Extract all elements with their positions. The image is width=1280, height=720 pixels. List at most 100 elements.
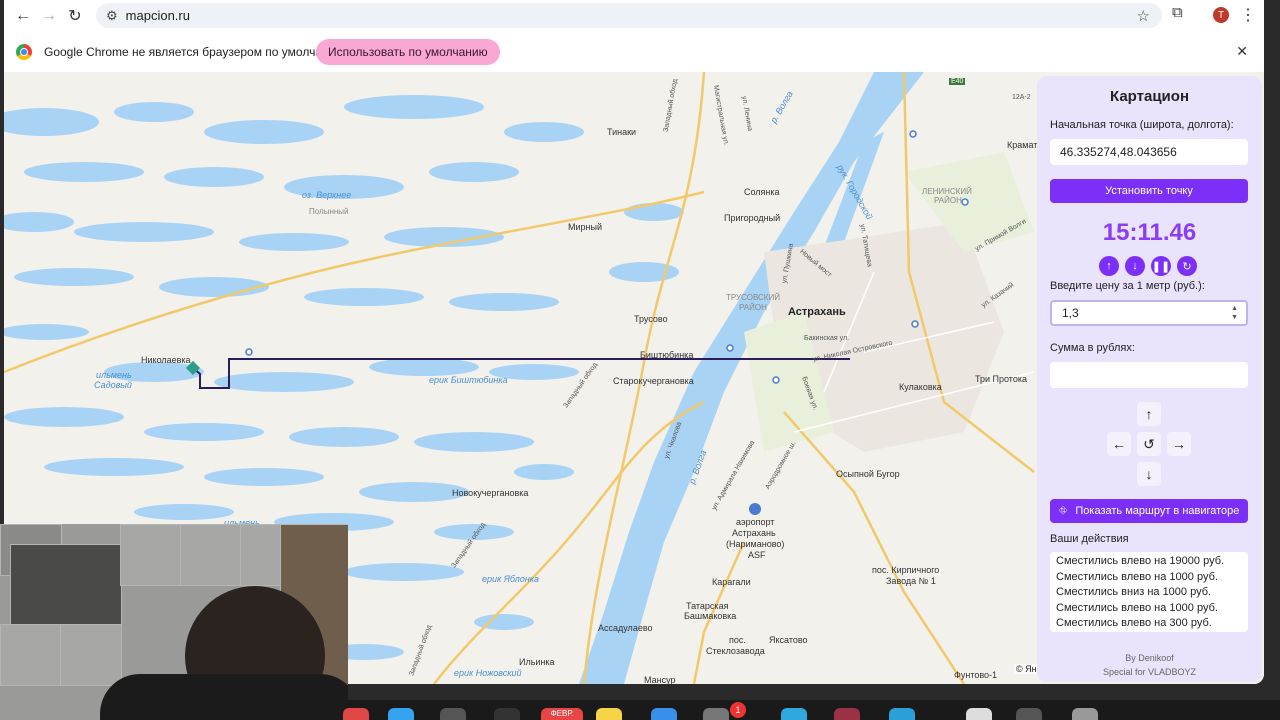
timer-controls: ↑ ↓ ❚❚ ↻ [1099,256,1197,276]
map-label: РАЙОН [934,196,962,205]
dock-app-icon[interactable] [781,708,807,720]
airport-icon [749,503,761,515]
map-label: Тинаки [607,127,637,137]
map-label: Ильинка [519,657,555,667]
dock-app-icon[interactable] [651,708,677,720]
map-label: Николаевка [141,355,191,365]
map-label: аэропорт [736,517,775,527]
map-label: Астрахань [732,528,776,538]
profile-avatar[interactable]: T [1213,7,1229,23]
road-badge: 12А-2 [1012,94,1031,101]
pause-icon[interactable]: ❚❚ [1151,256,1171,276]
trash-icon[interactable] [1072,708,1098,720]
map-label: Крамат [1007,140,1038,150]
map-label: Бакинская ул. [804,335,850,342]
dock-app-icon[interactable] [889,708,915,720]
dock-app-icon[interactable] [1016,708,1042,720]
calendar-icon[interactable]: ФЕВР. [541,708,583,720]
price-input[interactable]: 1,3 ▲ ▼ [1050,300,1248,326]
arrow-up-icon[interactable]: ↑ [1099,256,1119,276]
forward-icon[interactable]: → [36,3,62,29]
map-label: Старокучергановка [613,376,694,386]
map-copyright: © Ян [1014,664,1039,674]
arrow-down-icon[interactable]: ↓ [1125,256,1145,276]
reload-icon[interactable]: ↻ [62,3,88,29]
timer-display: 15:11.46 [1102,219,1197,246]
extensions-icon[interactable]: ⧉ [1172,4,1183,21]
map-label: Татарская [686,601,729,611]
map-label: Мансур [644,675,676,684]
map-label: Новокучергановка [452,488,529,498]
panel-title: Картацион [1110,88,1189,105]
move-right-button[interactable]: → [1167,432,1191,456]
map-label: Пригородный [724,213,781,223]
back-icon[interactable]: ← [10,3,36,29]
map-label: Садовый [94,380,132,390]
address-bar[interactable]: ⚙ mapcion.ru ☆ [96,3,1162,28]
chrome-logo-icon [16,44,32,60]
site-settings-icon[interactable]: ⚙ [106,8,118,24]
map-label: Фунтово-1 [954,670,998,680]
dock-app-icon[interactable] [343,708,369,720]
macos-dock [348,700,1280,720]
map-label: ерик Яблонка [482,574,540,584]
map-label: ерик Ножовский [454,668,522,678]
menu-icon[interactable]: ⋮ [1240,5,1256,25]
map-label: Биштюбинка [640,350,694,360]
map-label: пос. [729,635,746,645]
browser-toolbar: ← → ↻ ⚙ mapcion.ru ☆ ⧉ T ⋮ [4,0,1264,32]
set-default-button[interactable]: Использовать по умолчанию [316,39,500,65]
map-label: Завода № 1 [886,576,936,586]
map-label: ЛЕНИНСКИЙ [922,187,972,196]
url-text[interactable]: mapcion.ru [126,8,190,23]
dock-app-icon[interactable] [388,708,414,720]
map-label: Астрахань [788,306,846,318]
map-label: Карагали [712,577,751,587]
map-label: Ассадулаево [598,623,653,633]
dock-app-icon[interactable] [494,708,520,720]
move-left-button[interactable]: ← [1107,432,1131,456]
route-icon: ⛗ [1058,504,1068,517]
start-point-label: Начальная точка (широта, долгота): [1050,119,1234,131]
actions-log[interactable]: Сместились влево на 19000 руб. Сместилис… [1050,552,1248,632]
special-text: Special for VLADBOYZ [1102,667,1197,677]
map-label: Полынный [309,207,349,216]
dock-app-icon[interactable] [440,708,466,720]
road-badge: E40 [949,78,966,85]
dock-app-icon[interactable] [703,708,729,720]
set-point-button[interactable]: Установить точку [1050,179,1248,203]
default-browser-infobar: Google Chrome не является браузером по у… [4,32,1264,73]
price-value[interactable]: 1,3 [1062,306,1079,320]
move-down-button[interactable]: ↓ [1137,462,1161,486]
reset-icon[interactable]: ↺ [1137,432,1161,456]
close-icon[interactable]: ✕ [1236,43,1248,60]
list-item: Сместились влево на 1000 руб. [1056,601,1218,614]
map-label: Три Протока [975,374,1027,384]
sum-input[interactable] [1050,362,1248,388]
map-label: (Нариманово) [726,539,785,549]
dock-app-icon[interactable] [966,708,992,720]
map-label: Стеклозавода [706,646,765,656]
infobar-text: Google Chrome не является браузером по у… [44,45,348,59]
bookmark-star-icon[interactable]: ☆ [1137,7,1150,25]
map-label: ерик Биштюбинка [429,375,508,385]
credit-text: By Denikoof [1125,653,1174,663]
map-label: Башмаковка [684,611,737,621]
map-label: Кулаковка [899,382,942,392]
actions-label: Ваши действия [1050,533,1129,545]
webcam-overlay [0,524,348,720]
spinner-icon[interactable]: ▲ ▼ [1231,304,1238,322]
refresh-icon[interactable]: ↻ [1177,256,1197,276]
start-point-input[interactable]: 46.335274,48.043656 [1050,139,1248,165]
dock-app-icon[interactable] [834,708,860,720]
price-label: Введите цену за 1 метр (руб.): [1050,280,1205,292]
kartacion-panel: Картацион Начальная точка (широта, долго… [1037,76,1262,682]
list-item: Сместились вниз на 1000 руб. [1056,586,1212,599]
move-up-button[interactable]: ↑ [1137,402,1161,426]
map-label: ильмень [96,370,132,380]
map-label: пос. Кирпичного [872,565,940,575]
list-item: Сместились влево на 1000 руб. [1056,570,1218,583]
dock-app-icon[interactable] [596,708,622,720]
show-route-button[interactable]: ⛗ Показать маршрут в навигаторе [1050,499,1248,523]
sum-label: Сумма в рублях: [1050,342,1135,354]
